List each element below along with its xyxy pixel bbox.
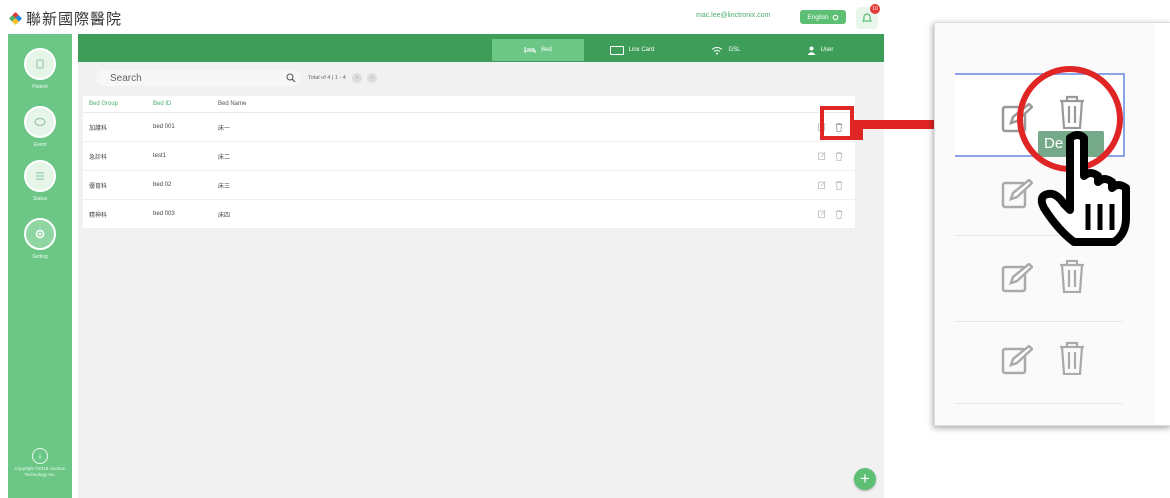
bed-id-cell: bed 001 <box>153 124 175 130</box>
bed-name-cell: 床一 <box>218 125 231 132</box>
edit-icon[interactable] <box>1001 263 1033 293</box>
sidebar-item-status[interactable]: Status <box>8 160 72 202</box>
delete-icon[interactable] <box>835 209 843 219</box>
zoom-row-divider <box>955 403 1123 404</box>
copyright-text: Copyright ©2018 Linctron Technology Inc. <box>14 466 66 477</box>
notification-icon <box>862 13 872 22</box>
tab-gsl[interactable]: GSL <box>680 39 772 61</box>
bed-id-cell: bed 003 <box>153 211 175 217</box>
main-content: Bed Linx Card GSL User Total of 4 | 1 - … <box>78 34 884 498</box>
tab-linx-card[interactable]: Linx Card <box>586 39 678 61</box>
bed-id-cell: bed 02 <box>153 182 172 188</box>
pagination-total: Total of 4 | 1 - 4 <box>308 75 346 81</box>
bed-id-cell: test1 <box>153 153 167 159</box>
zoom-row-divider <box>955 321 1123 322</box>
list-icon <box>24 160 56 192</box>
hand-cursor-icon <box>1037 131 1130 246</box>
delete-icon[interactable] <box>1059 341 1085 375</box>
edit-icon[interactable] <box>818 209 826 218</box>
table-header: Bed Group Bed ID Bed Name <box>83 96 855 113</box>
bed-group-cell: 加護科 <box>89 125 108 132</box>
edit-icon[interactable] <box>818 180 826 189</box>
search-icon[interactable] <box>286 73 296 83</box>
search-row: Total of 4 | 1 - 4 ‹ › <box>96 70 382 86</box>
tab-label: Linx Card <box>628 47 655 53</box>
sidebar-item-setting[interactable]: Setting <box>8 218 72 260</box>
hospital-logo: 聯新國際醫院 <box>8 8 123 29</box>
gear-icon <box>24 218 56 250</box>
sidebar-item-label: Event <box>33 142 47 148</box>
column-header[interactable]: Bed Group <box>89 101 118 107</box>
table-row: 急診科 test1 床二 <box>83 142 855 171</box>
prev-page-button[interactable]: ‹ <box>351 73 362 83</box>
language-label: English <box>807 13 829 21</box>
edit-icon[interactable] <box>818 151 826 160</box>
table-row: 加護科 bed 001 床一 <box>83 113 855 142</box>
top-bar: 聯新國際醫院 mac.lee@linctronix.com English 10 <box>0 0 885 34</box>
card-icon <box>609 45 624 55</box>
sidebar-item-label: Setting <box>32 254 48 260</box>
edit-icon[interactable] <box>1001 179 1033 209</box>
chat-icon <box>24 106 56 138</box>
sidebar-item-label: Patient <box>32 84 48 90</box>
tab-label: Bed <box>541 47 552 53</box>
bed-icon <box>24 48 56 80</box>
wifi-icon <box>712 46 723 54</box>
language-button[interactable]: English <box>800 10 846 24</box>
gear-icon <box>832 14 838 20</box>
user-email: mac.lee@linctronix.com <box>696 12 771 19</box>
tab-user[interactable]: User <box>774 39 866 61</box>
bed-table: Bed Group Bed ID Bed Name 加護科 bed 001 床一… <box>83 96 855 229</box>
bed-name-cell: 床四 <box>218 212 231 219</box>
callout-connector <box>854 120 863 140</box>
column-header[interactable]: Bed ID <box>153 101 171 107</box>
logo-icon <box>8 11 23 25</box>
bed-group-cell: 精神科 <box>89 212 108 219</box>
logo-text: 聯新國際醫院 <box>26 11 123 28</box>
delete-icon[interactable] <box>1059 259 1085 293</box>
bed-icon <box>524 47 536 53</box>
sidebar-item-label: Status <box>32 196 48 202</box>
table-row: 精神科 bed 003 床四 <box>83 200 855 229</box>
delete-icon[interactable] <box>835 151 843 161</box>
tab-bar: Bed Linx Card GSL User <box>78 34 884 62</box>
sidebar: Patient Event Status Setting i Copyright… <box>8 34 72 498</box>
info-icon[interactable]: i <box>32 448 48 464</box>
user-icon <box>807 46 816 55</box>
column-header[interactable]: Bed Name <box>218 101 246 107</box>
delete-highlight-box <box>820 106 854 140</box>
edit-icon[interactable] <box>1001 345 1033 375</box>
next-page-button[interactable]: › <box>366 73 377 83</box>
table-row: 優育科 bed 02 床三 <box>83 171 855 200</box>
notification-badge: 10 <box>870 4 880 14</box>
bed-name-cell: 床二 <box>218 154 231 161</box>
add-bed-button[interactable]: + <box>854 468 876 490</box>
search-input[interactable] <box>96 70 300 86</box>
bed-group-cell: 急診科 <box>89 154 108 161</box>
delete-icon[interactable] <box>835 180 843 190</box>
tab-label: User <box>820 47 834 53</box>
sidebar-item-event[interactable]: Event <box>8 106 72 148</box>
tab-bed[interactable]: Bed <box>492 39 584 61</box>
bed-name-cell: 床三 <box>218 183 231 190</box>
tab-label: GSL <box>728 47 741 53</box>
notification-button[interactable]: 10 <box>856 4 880 29</box>
sidebar-item-patient[interactable]: Patient <box>8 48 72 90</box>
bed-group-cell: 優育科 <box>89 183 108 190</box>
